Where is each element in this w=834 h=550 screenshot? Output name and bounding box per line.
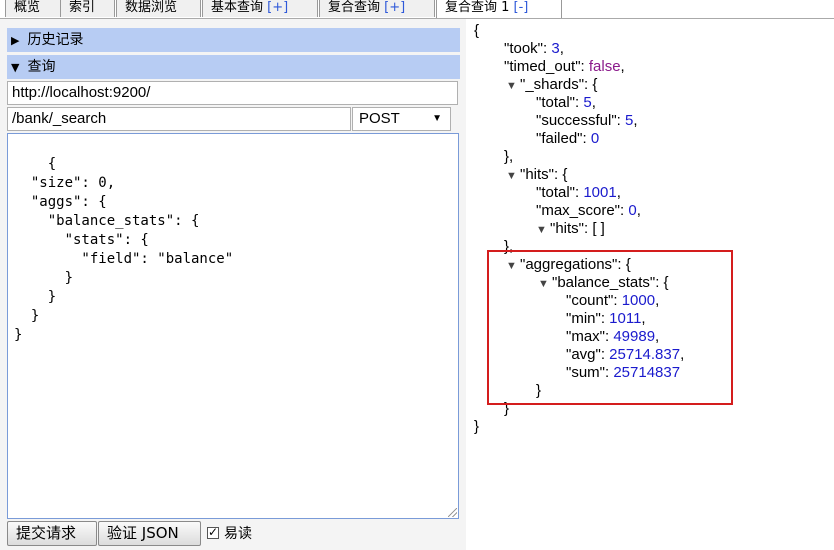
json-close-brace: } [474, 418, 480, 435]
tab-add-button[interactable]: [+] [384, 0, 405, 15]
json-shards-total: "total": 5, [536, 94, 596, 111]
collapse-triangle-icon[interactable]: ▼ [538, 275, 552, 293]
request-body-text: { "size": 0, "aggs": { "balance_stats": … [14, 156, 234, 343]
json-hits: ▼ "hits": { [506, 166, 568, 185]
readable-checkbox[interactable] [207, 523, 219, 541]
query-panel: ▶ 历史记录 ▼ 查询 http://localhost:9200/ /bank… [0, 19, 466, 550]
tab-label: 复合查询 1 [445, 0, 514, 15]
json-took: "took": 3, [504, 40, 564, 57]
request-path-input[interactable]: /bank/_search [7, 107, 351, 131]
tab-add-button[interactable]: [+] [267, 0, 288, 15]
json-open-brace: { [474, 22, 480, 39]
json-min: "min": 1011, [566, 310, 646, 327]
submit-request-button[interactable]: 提交请求 [7, 521, 97, 546]
collapse-triangle-icon[interactable]: ▼ [536, 221, 550, 239]
tab-label: 索引 [69, 0, 96, 15]
caret-down-icon: ▼ [432, 113, 442, 124]
json-shards-successful: "successful": 5, [536, 112, 638, 129]
json-shards-failed: "failed": 0 [536, 130, 600, 147]
query-section-header[interactable]: ▼ 查询 [7, 55, 460, 79]
json-balance-stats: ▼ "balance_stats": { [538, 274, 669, 293]
tab-label: 概览 [14, 0, 41, 15]
query-label: 查询 [27, 59, 56, 75]
tab-close-button[interactable]: [-] [514, 0, 529, 15]
readable-option[interactable]: 易读 [207, 523, 252, 543]
readable-label: 易读 [224, 526, 252, 542]
tab-label: 复合查询 [328, 0, 385, 15]
response-viewer: { "took": 3, "timed_out": false, ▼ "_shar… [466, 19, 834, 550]
tab-label: 数据浏览 [125, 0, 178, 15]
tab-compound-query[interactable]: 复合查询 [+] [319, 0, 435, 17]
json-hits-total: "total": 1001, [536, 184, 621, 201]
http-method-select[interactable]: POST ▼ [352, 107, 451, 131]
json-close-brace: }, [504, 238, 514, 255]
json-close-brace: } [536, 382, 542, 399]
json-count: "count": 1000, [566, 292, 660, 309]
server-url-input[interactable]: http://localhost:9200/ [7, 81, 458, 105]
json-max: "max": 49989, [566, 328, 660, 345]
collapse-triangle-icon[interactable]: ▼ [506, 167, 520, 185]
json-hits-max-score: "max_score": 0, [536, 202, 641, 219]
tab-bar: 概览 索引 数据浏览 基本查询 [+] 复合查询 [+] 复合查询 1 [-] [0, 0, 834, 19]
triangle-right-icon: ▶ [11, 34, 20, 47]
tab-data-browse[interactable]: 数据浏览 [116, 0, 201, 17]
history-section-header[interactable]: ▶ 历史记录 [7, 28, 460, 52]
request-body-textarea[interactable]: { "size": 0, "aggs": { "balance_stats": … [7, 133, 459, 519]
tab-compound-query-1[interactable]: 复合查询 1 [-] [436, 0, 562, 18]
json-hits-hits: ▼ "hits": [ ] [536, 220, 605, 239]
collapse-triangle-icon[interactable]: ▼ [506, 77, 520, 95]
collapse-triangle-icon[interactable]: ▼ [506, 257, 520, 275]
tab-basic-query[interactable]: 基本查询 [+] [202, 0, 318, 17]
tab-indices[interactable]: 索引 [60, 0, 115, 17]
json-close-brace: } [504, 400, 510, 417]
history-label: 历史记录 [27, 32, 84, 48]
tab-overview[interactable]: 概览 [5, 0, 61, 17]
json-timed-out: "timed_out": false, [504, 58, 625, 75]
triangle-down-icon: ▼ [11, 61, 20, 74]
http-method-value: POST [359, 110, 400, 127]
json-close-brace: }, [504, 148, 514, 165]
validate-json-button[interactable]: 验证 JSON [98, 521, 201, 546]
resize-handle-icon[interactable] [448, 508, 457, 517]
tab-label: 基本查询 [211, 0, 268, 15]
json-avg: "avg": 25714.837, [566, 346, 685, 363]
json-sum: "sum": 25714837 [566, 364, 681, 381]
json-shards: ▼ "_shards": { [506, 76, 598, 95]
json-aggregations: ▼ "aggregations": { [506, 256, 631, 275]
